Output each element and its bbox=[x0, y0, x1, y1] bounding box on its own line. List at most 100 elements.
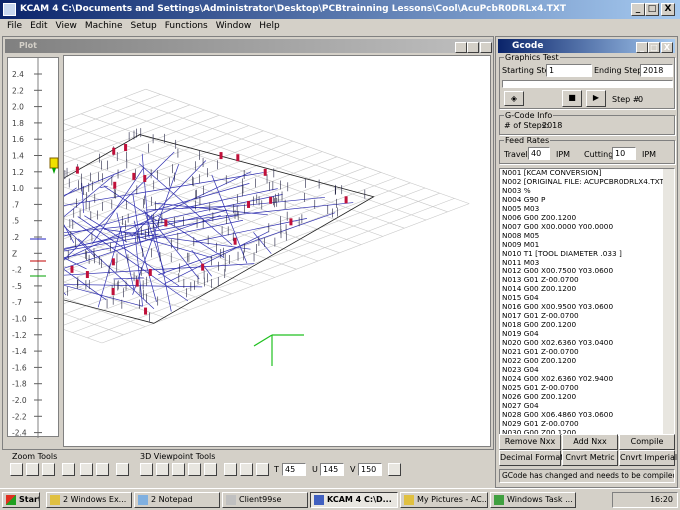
zoom-out-icon[interactable] bbox=[26, 463, 39, 476]
plot-title-bar[interactable]: Plot _ □ X bbox=[5, 39, 493, 53]
tool-change-mark bbox=[111, 258, 115, 266]
z-ruler: 2.4 2.2 2.0 1.8 1.6 1.4 1.2 1.0 .7 .5 .2 Z -.2 -.5 -.7… bbox=[7, 57, 59, 438]
menu-setup[interactable]: Setup bbox=[127, 19, 161, 34]
zoom-in-icon[interactable] bbox=[10, 463, 23, 476]
menu-view[interactable]: View bbox=[52, 19, 81, 34]
clock: 16:20 bbox=[649, 495, 673, 504]
gcode-minimize-button[interactable]: _ bbox=[636, 42, 648, 53]
view-cube-6-icon[interactable] bbox=[224, 463, 237, 476]
gcode-list[interactable]: N001 [KCAM CONVERSION] N002 [ORIGINAL FIL… bbox=[499, 168, 675, 436]
task-my-pictures[interactable]: My Pictures - AC... bbox=[400, 492, 488, 508]
plot-title: Plot bbox=[19, 41, 37, 50]
tool-change-mark bbox=[233, 237, 237, 245]
menu-machine[interactable]: Machine bbox=[81, 19, 127, 34]
plot-close-button[interactable]: X bbox=[480, 42, 492, 53]
decimal-format-button[interactable]: Decimal Format bbox=[499, 450, 563, 466]
rapid-move bbox=[158, 212, 336, 276]
gcode-window: Gcode _ □ X Graphics Test Starting Step:… bbox=[495, 36, 678, 488]
minimize-button[interactable]: _ bbox=[631, 3, 645, 16]
tool-change-mark bbox=[124, 144, 128, 152]
zoom-window-icon[interactable] bbox=[42, 463, 55, 476]
task-manager-icon bbox=[494, 495, 504, 505]
plot-minimize-button[interactable]: _ bbox=[455, 42, 467, 53]
convert-metric-button[interactable]: Cnvrt Metric bbox=[562, 450, 618, 466]
pictures-folder-icon bbox=[404, 495, 414, 505]
convert-imperial-button[interactable]: Cnvrt Imperial bbox=[619, 450, 677, 466]
tool-change-mark bbox=[236, 154, 240, 162]
app-icon bbox=[3, 3, 16, 16]
task-label: My Pictures - AC... bbox=[417, 495, 488, 504]
tool-change-mark bbox=[132, 172, 136, 180]
t-label: T bbox=[274, 465, 279, 474]
zoom-reset-icon[interactable] bbox=[116, 463, 129, 476]
maximize-button[interactable]: □ bbox=[645, 3, 659, 16]
view-cube-5-icon[interactable] bbox=[204, 463, 217, 476]
v-input[interactable]: 150 bbox=[358, 463, 382, 476]
menu-window[interactable]: Window bbox=[212, 19, 256, 34]
ruler-tick-label: 2.4 bbox=[12, 70, 24, 79]
zoom-xy-icon[interactable] bbox=[62, 463, 75, 476]
zoom-all-icon[interactable] bbox=[80, 463, 93, 476]
view-cube-3-icon[interactable] bbox=[172, 463, 185, 476]
feed-rates-legend: Feed Rates bbox=[505, 136, 550, 145]
task-client99se[interactable]: Client99se bbox=[222, 492, 308, 508]
remove-nxx-button[interactable]: Remove Nxx bbox=[499, 434, 561, 450]
gcode-close-button[interactable]: X bbox=[661, 42, 673, 53]
binoculars-icon[interactable]: ◈ bbox=[504, 91, 524, 106]
task-label: KCAM 4 C:\D... bbox=[327, 495, 392, 504]
task-kcam[interactable]: KCAM 4 C:\D... bbox=[310, 492, 398, 508]
start-button[interactable]: Start bbox=[2, 492, 40, 508]
menu-help[interactable]: Help bbox=[255, 19, 284, 34]
cutting-input[interactable]: 10 bbox=[612, 147, 636, 160]
ruler-tick-label: .5 bbox=[12, 217, 19, 226]
gcode-title-bar[interactable]: Gcode _ □ X bbox=[498, 39, 675, 53]
origin-axes-icon bbox=[253, 334, 304, 366]
board-outline bbox=[0, 134, 375, 324]
ruler-svg: 2.4 2.2 2.0 1.8 1.6 1.4 1.2 1.0 .7 .5 .2 Z -.2 -.5 -.7… bbox=[12, 58, 59, 438]
rapid-move bbox=[0, 267, 143, 307]
gcode-scrollbar[interactable] bbox=[663, 169, 674, 435]
plot-maximize-button[interactable]: □ bbox=[467, 42, 479, 53]
tool-change-mark bbox=[289, 218, 293, 226]
travel-unit: IPM bbox=[556, 150, 571, 159]
task-windows-explorer[interactable]: 2 Windows Ex... bbox=[46, 492, 132, 508]
ending-step-input[interactable]: 2018 bbox=[640, 64, 673, 77]
t-input[interactable]: 45 bbox=[282, 463, 306, 476]
plot-canvas[interactable] bbox=[0, 55, 492, 448]
starting-step-input[interactable]: 1 bbox=[546, 64, 592, 77]
view-cube-2-icon[interactable] bbox=[156, 463, 169, 476]
menu-file[interactable]: File bbox=[3, 19, 26, 34]
menu-functions[interactable]: Functions bbox=[161, 19, 212, 34]
add-nxx-button[interactable]: Add Nxx bbox=[562, 434, 618, 450]
folder-icon bbox=[50, 495, 60, 505]
task-label: Client99se bbox=[239, 495, 282, 504]
travel-input[interactable]: 40 bbox=[528, 147, 550, 160]
menu-edit[interactable]: Edit bbox=[26, 19, 51, 34]
gcode-maximize-button[interactable]: □ bbox=[648, 42, 660, 53]
rapid-move bbox=[253, 232, 272, 254]
view-cube-7-icon[interactable] bbox=[240, 463, 253, 476]
task-windows-task-manager[interactable]: Windows Task ... bbox=[490, 492, 576, 508]
view-cube-4-icon[interactable] bbox=[188, 463, 201, 476]
stop-icon[interactable]: ■ bbox=[562, 90, 582, 107]
ruler-tick-label: -1.8 bbox=[12, 380, 27, 389]
tool-change-mark bbox=[247, 200, 251, 208]
close-button[interactable]: X bbox=[661, 3, 675, 16]
kcam-icon bbox=[314, 495, 324, 505]
ruler-tick-label: Z bbox=[12, 249, 17, 258]
task-notepad[interactable]: 2 Notepad bbox=[134, 492, 220, 508]
title-bar[interactable]: KCAM 4 C:\Documents and Settings\Adminis… bbox=[0, 0, 680, 19]
view-cube-8-icon[interactable] bbox=[256, 463, 269, 476]
play-step-icon[interactable]: ▶ bbox=[586, 90, 606, 107]
apply-view-icon[interactable] bbox=[388, 463, 401, 476]
zoom-extents-icon[interactable] bbox=[96, 463, 109, 476]
z-marker-icon[interactable] bbox=[49, 157, 59, 174]
step-value: 0 bbox=[638, 95, 644, 104]
compile-button[interactable]: Compile bbox=[619, 434, 675, 450]
menu-bar: File Edit View Machine Setup Functions Window H… bbox=[0, 19, 680, 34]
u-input[interactable]: 145 bbox=[320, 463, 344, 476]
tool-change-mark bbox=[219, 152, 223, 160]
toolpath-view[interactable] bbox=[0, 56, 492, 448]
rapid-move bbox=[104, 228, 251, 250]
view-cube-1-icon[interactable] bbox=[140, 463, 153, 476]
